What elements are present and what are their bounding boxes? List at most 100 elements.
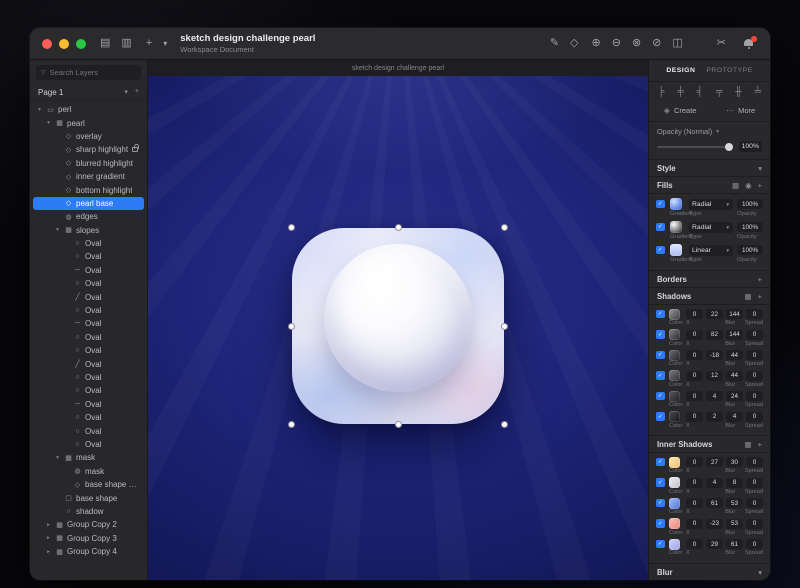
align-bottom-icon[interactable]: ╧ <box>755 86 761 96</box>
selection-handle[interactable] <box>395 421 402 428</box>
selection-handle[interactable] <box>288 421 295 428</box>
selection-handle[interactable] <box>501 224 508 231</box>
blur-section-header[interactable]: Blur ▾ <box>649 564 770 581</box>
inner-shadow-x-field[interactable]: 0 <box>686 457 703 467</box>
shadow-enabled-checkbox[interactable]: ✓ <box>656 330 665 339</box>
layer-row-shadow[interactable]: ○shadow <box>33 505 144 518</box>
notifications-bell-icon[interactable] <box>743 39 754 49</box>
inner-shadow-color-swatch[interactable] <box>669 477 680 488</box>
layer-row-oval[interactable]: ○Oval <box>33 277 144 290</box>
page-selector[interactable]: Page 1 ▾ + <box>30 84 147 101</box>
add-shadow-icon[interactable]: + <box>758 292 762 301</box>
shadow-y-field[interactable]: 12 <box>706 371 723 381</box>
shadow-color-swatch[interactable] <box>669 391 680 402</box>
fill-opacity-field[interactable]: 100% <box>737 222 763 232</box>
fill-color-swatch[interactable] <box>670 221 682 233</box>
layer-row-slopes[interactable]: ▾▦slopes <box>33 224 144 237</box>
layer-row-bottom-highlight[interactable]: ◇bottom highlight <box>33 183 144 196</box>
shadow-spread-field[interactable]: 0 <box>746 412 763 422</box>
close-button[interactable] <box>42 39 52 49</box>
zoom-button[interactable] <box>76 39 86 49</box>
inner-shadow-color-swatch[interactable] <box>669 539 680 550</box>
shadow-color-swatch[interactable] <box>669 411 680 422</box>
inner-shadow-x-field[interactable]: 0 <box>686 478 703 488</box>
shadow-x-field[interactable]: 0 <box>686 350 703 360</box>
chevron-open-icon[interactable]: ▾ <box>54 455 61 461</box>
insert-plus-icon[interactable]: + <box>146 38 152 49</box>
layer-row-oval[interactable]: ○Oval <box>33 384 144 397</box>
color-picker-icon[interactable]: ◉ <box>745 181 752 190</box>
layer-row-oval[interactable]: ○Oval <box>33 331 144 344</box>
shadow-blur-field[interactable]: 144 <box>726 309 743 319</box>
chevron-down-icon[interactable]: ▼ <box>715 129 720 135</box>
selection-handle[interactable] <box>288 323 295 330</box>
opacity-slider[interactable] <box>657 146 733 148</box>
layer-row-base-shape[interactable]: ▢base shape <box>33 491 144 504</box>
inner-shadow-y-field[interactable]: 4 <box>706 478 723 488</box>
chevron-open-icon[interactable]: ▾ <box>54 227 61 233</box>
shadow-color-swatch[interactable] <box>669 350 680 361</box>
style-section-header[interactable]: Style ▾ <box>649 160 770 177</box>
fill-type-dropdown[interactable]: Linear▼ <box>689 245 733 256</box>
selection-handle[interactable] <box>395 224 402 231</box>
fill-presets-icon[interactable]: ▦ <box>732 181 739 190</box>
mask-icon[interactable]: ◫ <box>672 38 682 49</box>
shadow-spread-field[interactable]: 0 <box>746 371 763 381</box>
chevron-down-icon[interactable]: ▾ <box>124 88 128 96</box>
layer-row-blurred-highlight[interactable]: ◇blurred highlight <box>33 157 144 170</box>
layer-row-mask[interactable]: ▾▦mask <box>33 451 144 464</box>
difference-icon[interactable]: ⊘ <box>652 38 661 49</box>
artboard-title[interactable]: sketch design challenge pearl <box>148 60 648 76</box>
chevron-closed-icon[interactable]: ▸ <box>45 549 52 555</box>
shadow-spread-field[interactable]: 0 <box>746 330 763 340</box>
inner-shadow-enabled-checkbox[interactable]: ✓ <box>656 458 665 467</box>
inner-shadow-blur-field[interactable]: 8 <box>726 478 743 488</box>
shadow-x-field[interactable]: 0 <box>686 330 703 340</box>
inner-shadow-spread-field[interactable]: 0 <box>746 457 763 467</box>
layer-row-oval[interactable]: ╱Oval <box>33 290 144 303</box>
layer-row-perl[interactable]: ▾▭perl <box>33 103 144 116</box>
layer-row-oval[interactable]: ○Oval <box>33 424 144 437</box>
fill-enabled-checkbox[interactable]: ✓ <box>656 223 665 232</box>
subtract-icon[interactable]: ⊖ <box>612 38 621 49</box>
layer-row-pearl[interactable]: ▾▦pearl <box>33 116 144 129</box>
distribute-vertical-icon[interactable]: ╪ <box>677 86 683 96</box>
fill-color-swatch[interactable] <box>670 198 682 210</box>
selection-handle[interactable] <box>501 323 508 330</box>
artboard[interactable] <box>148 76 648 580</box>
layer-row-oval[interactable]: ─Oval <box>33 317 144 330</box>
tab-design[interactable]: DESIGN <box>666 67 695 74</box>
shapes-icon[interactable]: ◇ <box>570 38 578 49</box>
layer-row-edges[interactable]: ◍edges <box>33 210 144 223</box>
inner-shadow-y-field[interactable]: 29 <box>706 539 723 549</box>
chevron-closed-icon[interactable]: ▸ <box>45 535 52 541</box>
layer-row-overlay[interactable]: ◇overlay <box>33 130 144 143</box>
intersect-icon[interactable]: ⊗ <box>632 38 641 49</box>
selection-handle[interactable] <box>288 224 295 231</box>
add-page-icon[interactable]: + <box>135 88 139 96</box>
shadow-y-field[interactable]: 22 <box>706 309 723 319</box>
minimize-button[interactable] <box>59 39 69 49</box>
inner-shadow-x-field[interactable]: 0 <box>686 498 703 508</box>
shadow-color-swatch[interactable] <box>669 370 680 381</box>
layer-row-inner-gradient[interactable]: ◇inner gradient <box>33 170 144 183</box>
inner-shadow-blur-field[interactable]: 30 <box>726 457 743 467</box>
inner-shadow-enabled-checkbox[interactable]: ✓ <box>656 519 665 528</box>
scissors-icon[interactable]: ✂ <box>717 38 726 49</box>
inner-shadow-enabled-checkbox[interactable]: ✓ <box>656 499 665 508</box>
search-input[interactable]: ▽ Search Layers <box>36 65 141 80</box>
shadow-y-field[interactable]: 82 <box>706 330 723 340</box>
inner-shadow-color-swatch[interactable] <box>669 457 680 468</box>
inner-shadow-y-field[interactable]: -23 <box>706 519 723 529</box>
layer-row-base-shape-copy[interactable]: ◇base shape copy <box>33 478 144 491</box>
panels-toggle-icon[interactable]: ▥ <box>121 38 131 49</box>
shadows-section-header[interactable]: Shadows ▦ + <box>649 288 770 305</box>
layer-row-oval[interactable]: ╱Oval <box>33 357 144 370</box>
add-fill-icon[interactable]: + <box>758 181 762 190</box>
inner-shadow-spread-field[interactable]: 0 <box>746 519 763 529</box>
tab-prototype[interactable]: PROTOTYPE <box>706 67 752 74</box>
layer-row-mask[interactable]: ◍mask <box>33 465 144 478</box>
pencil-icon[interactable]: ✎ <box>550 38 559 49</box>
shadow-enabled-checkbox[interactable]: ✓ <box>656 392 665 401</box>
fill-opacity-field[interactable]: 100% <box>737 199 763 209</box>
